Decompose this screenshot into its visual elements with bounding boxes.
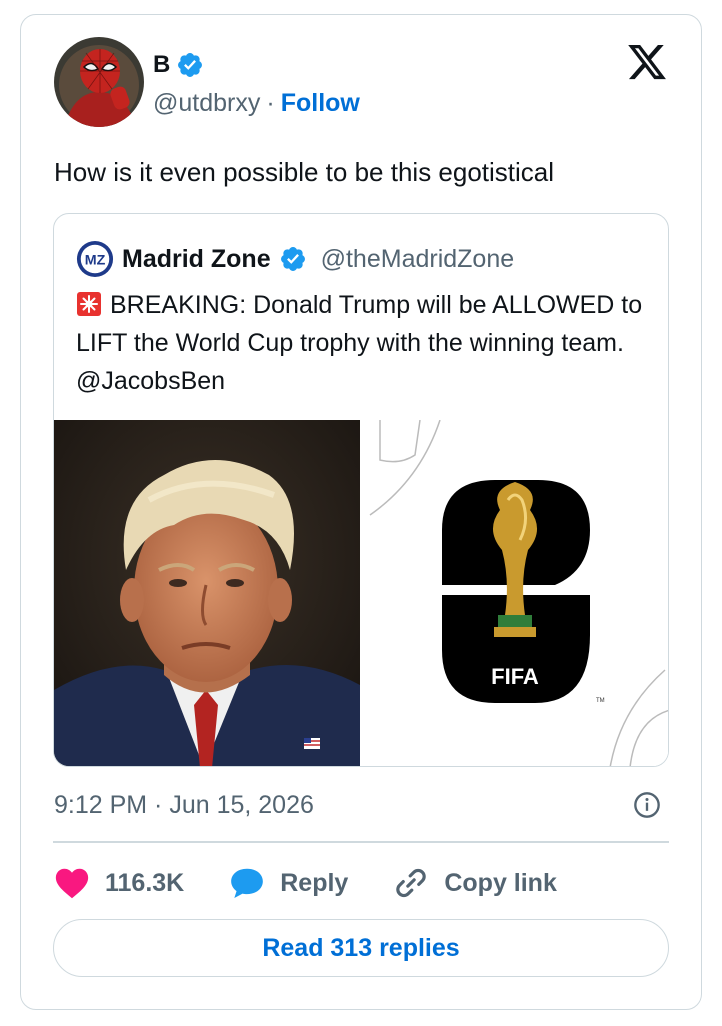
fifa-world-cup-26-logo-image[interactable]: FIFA TM [360,420,669,767]
author-avatar[interactable] [54,37,144,127]
tweet-actions: 116.3K Reply Copy link [53,861,557,905]
siren-emoji-icon [77,292,101,316]
like-button[interactable]: 116.3K [53,864,184,902]
x-logo-icon[interactable] [625,41,669,83]
copy-link-button[interactable]: Copy link [392,864,557,902]
verified-badge-icon [280,247,305,271]
like-count: 116.3K [105,868,185,897]
madrid-zone-logo: MZ [76,240,114,278]
divider [53,841,669,843]
handle-separator: · [266,89,275,117]
trademark-label: TM [596,698,605,704]
copy-link-label: Copy link [444,868,557,897]
quoted-text: BREAKING: Donald Trump will be ALLOWED t… [76,286,656,400]
info-icon[interactable] [633,791,661,819]
verified-badge-icon [178,53,203,77]
tweet-timestamp[interactable]: 9:12 PM · Jun 15, 2026 [54,791,314,820]
reply-button[interactable]: Reply [228,864,348,902]
author-name-row: B [153,51,204,79]
follow-button[interactable]: Follow [281,89,360,118]
heart-icon [55,868,89,899]
quoted-tweet[interactable]: MZ Madrid Zone @theMadridZone BREAKING: … [53,213,669,767]
fifa-label: FIFA [491,664,539,689]
quoted-author-handle[interactable]: @theMadridZone [321,245,515,274]
author-handle[interactable]: @utdbrxy [153,89,260,118]
quoted-author-name[interactable]: Madrid Zone [122,245,271,274]
reply-label: Reply [280,868,349,897]
quoted-header: MZ Madrid Zone @theMadridZone [76,240,514,278]
tweet-text: How is it even possible to be this egoti… [54,157,555,187]
quoted-text-body: BREAKING: Donald Trump will be ALLOWED t… [76,291,643,395]
svg-text:MZ: MZ [85,253,106,269]
reply-bubble-icon [231,868,264,899]
read-replies-button[interactable]: Read 313 replies [53,919,669,977]
link-icon [396,868,427,898]
tweet-embed-card: B @utdbrxy · Follow How is it even possi… [20,14,702,1010]
author-name[interactable]: B [153,51,170,79]
trump-portrait-image[interactable] [54,420,360,767]
author-handle-row: @utdbrxy · Follow [153,89,360,118]
